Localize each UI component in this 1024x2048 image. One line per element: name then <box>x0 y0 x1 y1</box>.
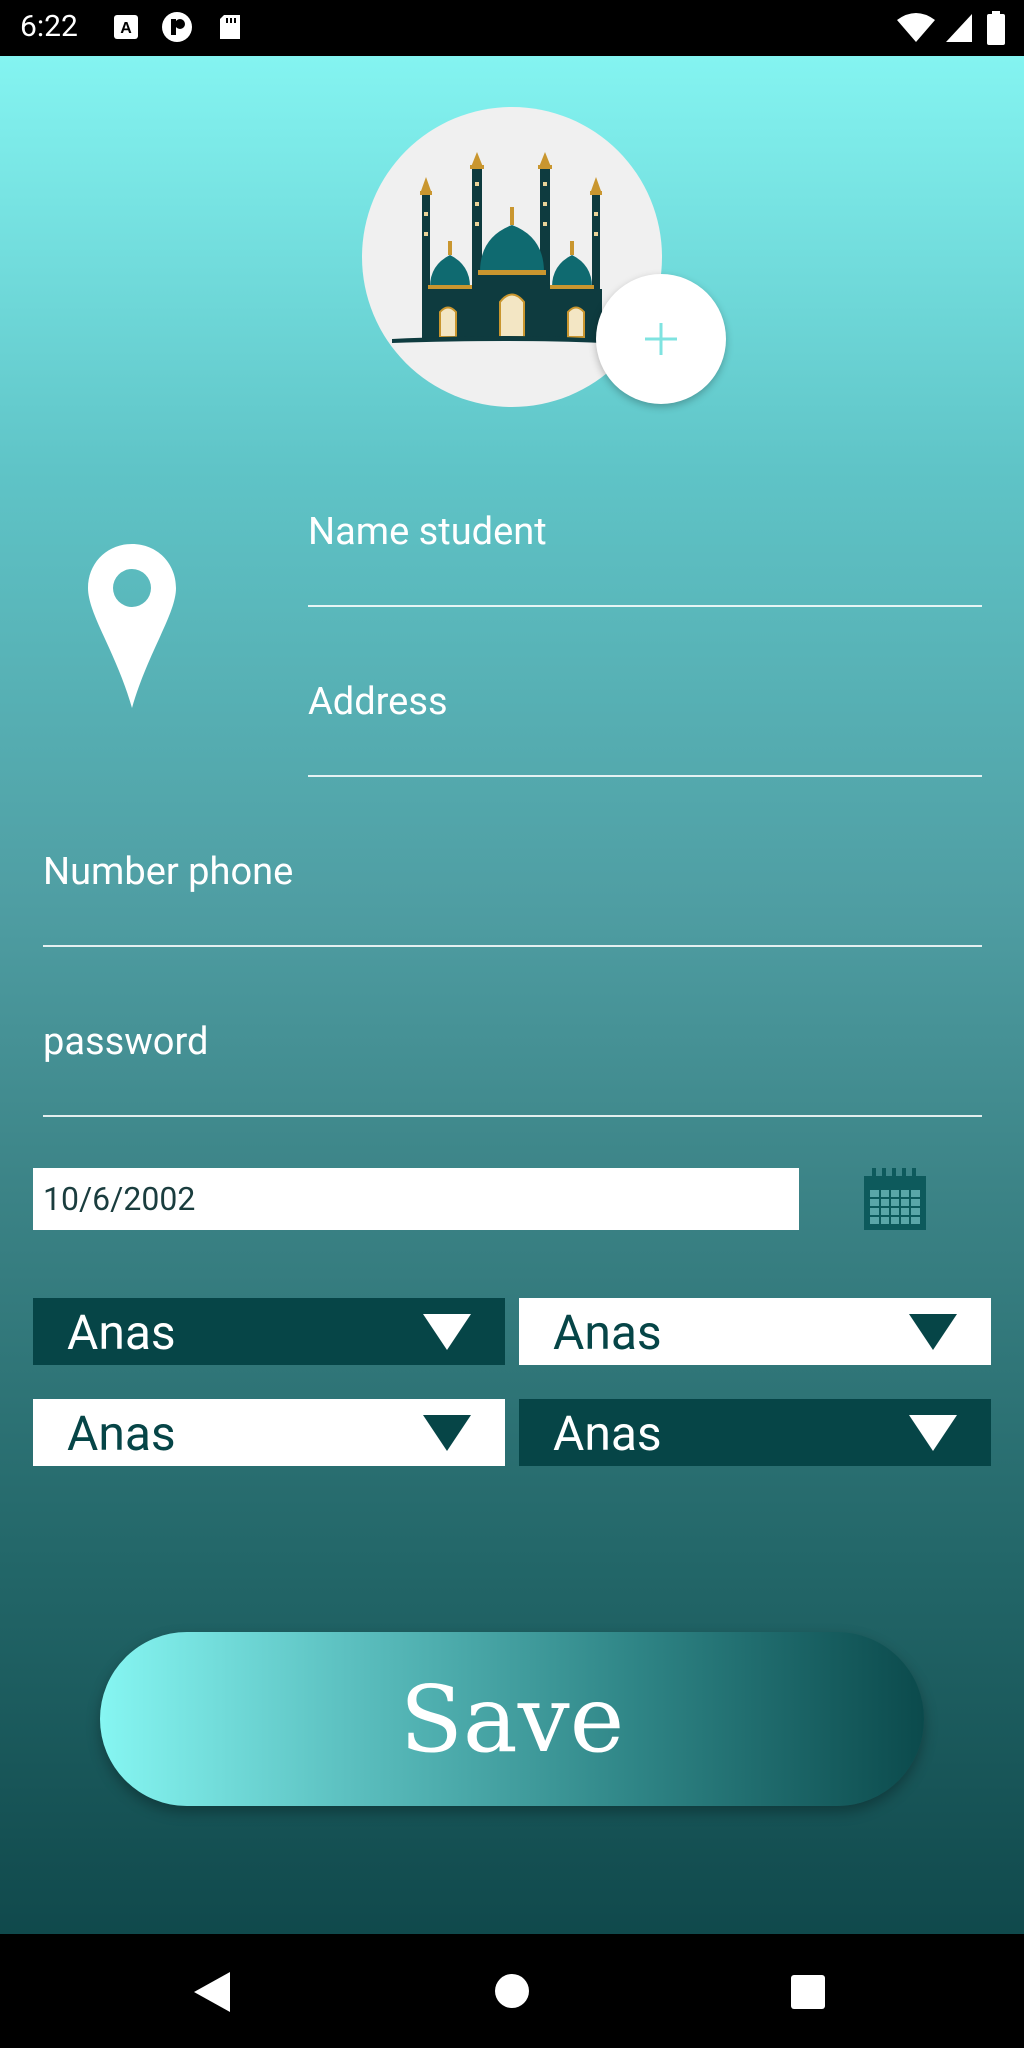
dropdown-arrow-icon <box>909 1415 957 1451</box>
name-student-field[interactable]: Name student <box>308 500 982 607</box>
password-placeholder: password <box>43 1020 209 1064</box>
wifi-icon <box>897 13 935 42</box>
dropdown-2[interactable]: Anas <box>519 1298 991 1365</box>
address-field[interactable]: Address <box>308 670 982 777</box>
dropdown-1[interactable]: Anas <box>33 1298 505 1365</box>
birth-date-value: 10/6/2002 <box>43 1180 196 1218</box>
add-photo-button[interactable] <box>596 274 726 404</box>
dropdown-1-value: Anas <box>67 1304 176 1361</box>
status-time: 6:22 <box>20 9 78 44</box>
sd-card-icon <box>220 15 240 39</box>
birth-date-field[interactable]: 10/6/2002 <box>33 1168 799 1230</box>
name-student-placeholder: Name student <box>308 510 547 554</box>
home-circle-icon[interactable] <box>494 1973 530 2009</box>
dropdown-4[interactable]: Anas <box>519 1399 991 1466</box>
dropdown-4-value: Anas <box>553 1405 662 1462</box>
plus-icon <box>645 323 677 355</box>
location-pin-icon <box>88 544 176 708</box>
recents-square-icon[interactable] <box>790 1974 826 2010</box>
dropdown-arrow-icon <box>423 1314 471 1350</box>
number-phone-placeholder: Number phone <box>43 850 294 894</box>
dropdown-arrow-icon <box>423 1415 471 1451</box>
status-bar: 6:22 A <box>0 0 1024 56</box>
dropdown-2-value: Anas <box>553 1304 662 1361</box>
a-notification-icon: A <box>114 15 138 39</box>
p-notification-icon <box>162 12 192 42</box>
number-phone-field[interactable]: Number phone <box>43 840 982 947</box>
calendar-icon[interactable] <box>862 1168 928 1232</box>
back-triangle-icon[interactable] <box>194 1972 230 2012</box>
address-placeholder: Address <box>308 680 448 724</box>
svg-text:A: A <box>120 20 132 37</box>
navigation-bar <box>0 1934 1024 2048</box>
password-field[interactable]: password <box>43 1010 982 1117</box>
save-button-label: Save <box>399 1665 625 1773</box>
dropdown-arrow-icon <box>909 1314 957 1350</box>
cell-signal-icon <box>946 14 972 42</box>
dropdown-3[interactable]: Anas <box>33 1399 505 1466</box>
battery-icon <box>987 11 1005 45</box>
dropdown-3-value: Anas <box>67 1405 176 1462</box>
save-button[interactable]: Save <box>100 1632 924 1806</box>
